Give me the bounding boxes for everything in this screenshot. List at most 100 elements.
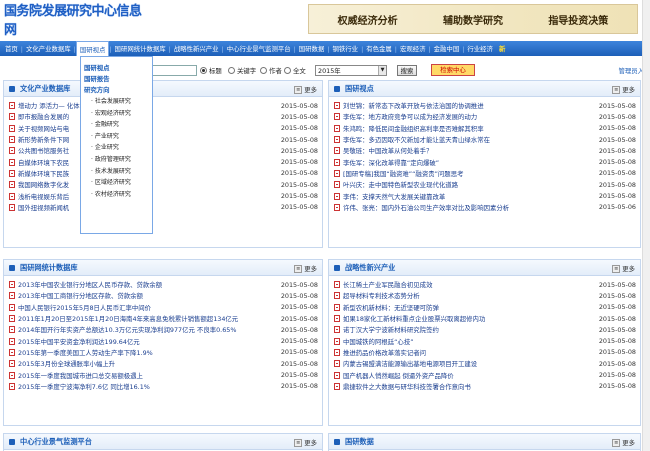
- more-link[interactable]: ≡ 更多: [294, 438, 317, 447]
- radio-fulltext[interactable]: 全文: [284, 66, 306, 75]
- list-item[interactable]: 李佐军：地方政府竞争可以成为经济发展的动力 2015-05-08: [334, 111, 636, 122]
- dropdown-item-viewpoint[interactable]: 国研视点: [84, 63, 149, 74]
- nav-home[interactable]: 首页: [2, 41, 21, 56]
- search-button[interactable]: 搜索: [397, 65, 417, 76]
- list-item-title[interactable]: 2011年1月20日至2015年1月20日海南4年来高息免税累计销售额超134亿…: [18, 314, 277, 323]
- list-item-title[interactable]: 李佐军：地方政府竞争可以成为经济发展的动力: [343, 112, 595, 121]
- nav-stat-db[interactable]: 国研网统计数据库: [112, 41, 169, 56]
- dropdown-subitem[interactable]: · 区域经济研究: [84, 177, 149, 189]
- list-item-title[interactable]: 李佐军：深化改革得靠“定向爆破”: [343, 158, 595, 167]
- more-link[interactable]: ≡ 更多: [612, 438, 635, 447]
- list-item-title[interactable]: 中国城铁的阿根廷“心技”: [343, 337, 595, 346]
- nav-industry-monitor[interactable]: 中心行业景气监测平台: [224, 41, 294, 56]
- chevron-down-icon[interactable]: ▼: [378, 66, 386, 75]
- dropdown-item-report[interactable]: 国研报告: [84, 74, 149, 85]
- list-item[interactable]: 鼎捷软件之大数据与研华科技签署合作意向书 2015-05-08: [334, 381, 636, 392]
- list-item-title[interactable]: 2013年中国工商银行分地区存款、贷款余额: [18, 291, 277, 300]
- more-link[interactable]: ≡ 更多: [294, 264, 317, 273]
- radio-author[interactable]: 作者: [260, 66, 282, 75]
- list-item-title[interactable]: 内蒙古锡盟满洁能源输出基地电源项目开工建设: [343, 359, 595, 368]
- list-item-title[interactable]: 鼎捷软件之大数据与研华科技签署合作意向书: [343, 382, 595, 391]
- list-item[interactable]: 诺丁汉大学宁波新材料研究院签约 2015-05-08: [334, 324, 636, 335]
- dropdown-subitem[interactable]: · 金融研究: [84, 119, 149, 131]
- list-item[interactable]: [国研专稿]我国“融资难”“融资贵”问题思考 2015-05-08: [334, 168, 636, 179]
- panel-title[interactable]: 中心行业景气监测平台: [20, 437, 92, 447]
- list-item[interactable]: 中国人民银行2015年5月8日人民币汇率中间价 2015-05-08: [9, 302, 318, 313]
- list-item[interactable]: 新媒体环境下民族 2015-05-08: [9, 168, 318, 179]
- list-item-title[interactable]: 超导材料专利技术态势分析: [343, 291, 595, 300]
- list-item-title[interactable]: 李佐军：多迈因取不欠新加才能让蓝天青山绿水常在: [343, 135, 595, 144]
- search-center-button[interactable]: 检索中心: [431, 64, 475, 76]
- nav-culture-db[interactable]: 文化产业数据库: [23, 41, 74, 56]
- nav-guoyan-data[interactable]: 国研数据: [296, 41, 328, 56]
- nav-new-badge[interactable]: 新: [496, 41, 508, 56]
- nav-industry-economy[interactable]: 行业经济: [464, 41, 496, 56]
- nav-guoyan-viewpoint[interactable]: 国研视点: [75, 41, 110, 56]
- dropdown-subitem[interactable]: · 政府管理研究: [84, 154, 149, 166]
- year-select[interactable]: 2015年 ▼: [315, 65, 387, 76]
- list-item[interactable]: 国产机器人悄然崛起 倒逼外资产品降价 2015-05-08: [334, 369, 636, 380]
- list-item-title[interactable]: 李伟：支撑天然气大发展关键靠改革: [343, 192, 595, 201]
- list-item[interactable]: 增动力 添活力— 化体制改革 2015-05-08: [9, 100, 318, 111]
- list-item[interactable]: 李佐军：多迈因取不欠新加才能让蓝天青山绿水常在 2015-05-08: [334, 134, 636, 145]
- panel-title[interactable]: 战略性新兴产业: [345, 263, 395, 273]
- list-item-title[interactable]: 吴敬琏：中国改革从何处着手？: [343, 146, 595, 155]
- list-item[interactable]: 即市报融合发展的 2015-05-08: [9, 111, 318, 122]
- more-link[interactable]: ≡ 更多: [612, 264, 635, 273]
- dropdown-item-research-direction[interactable]: 研究方向: [84, 85, 149, 96]
- list-item-title[interactable]: 2015年第一季度美国工人劳动生产率下降1.9%: [18, 348, 277, 357]
- list-item[interactable]: 推进药品价格改革落实记者问 2015-05-08: [334, 347, 636, 358]
- list-item[interactable]: 吴敬琏：中国改革从何处着手？ 2015-05-08: [334, 145, 636, 156]
- dropdown-subitem[interactable]: · 农村经济研究: [84, 189, 149, 201]
- list-item-title[interactable]: 2015年一季度我国城市进口总交易额极遇上: [18, 371, 277, 380]
- dropdown-subitem[interactable]: · 企业研究: [84, 142, 149, 154]
- list-item[interactable]: 新形势新条件下网 2015-05-08: [9, 134, 318, 145]
- site-logo[interactable]: 国务院发展研究中心信息网: [4, 4, 144, 38]
- list-item-title[interactable]: 推进药品价格改革落实记者问: [343, 348, 595, 357]
- list-item-title[interactable]: 2015年一季度宁波海净利7.6亿 同比增16.1%: [18, 382, 277, 391]
- nav-steel[interactable]: 钢铁行业: [330, 41, 362, 56]
- list-item[interactable]: 2015年3月份全球通胀率小幅上升 2015-05-08: [9, 358, 318, 369]
- list-item-title[interactable]: 如果18家化工新材料重点企业股票兴取离超修内功: [343, 314, 595, 323]
- list-item-title[interactable]: 中国人民银行2015年5月8日人民币汇率中间价: [18, 303, 277, 312]
- panel-title[interactable]: 文化产业数据库: [20, 84, 70, 94]
- list-item[interactable]: 刘世锦：新常态下改革开放与依法治国的协调推进 2015-05-08: [334, 100, 636, 111]
- list-item[interactable]: 许伟、张亮：国内外石油公司生产效率对比及影响因素分析 2015-05-06: [334, 202, 636, 213]
- radio-dot-checked[interactable]: [200, 67, 207, 74]
- list-item-title[interactable]: 2014年国开行年实资产总额达10.3万亿元实现净利润977亿元 不良率0.65…: [18, 325, 277, 334]
- list-item-title[interactable]: 2015年3月份全球通胀率小幅上升: [18, 359, 277, 368]
- list-item-title[interactable]: 叶兴庆：走中国特色新型农业现代化道路: [343, 180, 595, 189]
- list-item[interactable]: 关于视频网站与电 2015-05-08: [9, 123, 318, 134]
- list-item[interactable]: 2014年国开行年实资产总额达10.3万亿元实现净利润977亿元 不良率0.65…: [9, 324, 318, 335]
- list-item[interactable]: 如果18家化工新材料重点企业股票兴取离超修内功 2015-05-08: [334, 313, 636, 324]
- more-link[interactable]: ≡ 更多: [612, 85, 635, 94]
- list-item[interactable]: 李伟：支撑天然气大发展关键靠改革 2015-05-08: [334, 190, 636, 201]
- list-item[interactable]: 2015年一季度我国城市进口总交易额极遇上 2015-05-08: [9, 369, 318, 380]
- list-item-title[interactable]: 许伟、张亮：国内外石油公司生产效率对比及影响因素分析: [343, 203, 595, 212]
- list-item-title[interactable]: 新型农机新材料：无近坚硬可防弹: [343, 303, 595, 312]
- list-item-title[interactable]: 2013年中国农业银行分地区人民币存款、贷款余额: [18, 280, 277, 289]
- list-item[interactable]: 2015年第一季度美国工人劳动生产率下降1.9% 2015-05-08: [9, 347, 318, 358]
- page-scrollbar[interactable]: [642, 0, 650, 451]
- list-item[interactable]: 2013年中国农业银行分地区人民币存款、贷款余额 2015-05-08: [9, 279, 318, 290]
- list-item-title[interactable]: 2015年中国平安资金净利润达199.64亿元: [18, 337, 277, 346]
- admin-login-link[interactable]: 管理员入: [618, 66, 644, 75]
- list-item-title[interactable]: 刘世锦：新常态下改革开放与依法治国的协调推进: [343, 101, 595, 110]
- search-input[interactable]: [152, 65, 197, 76]
- list-item-title[interactable]: 长江稀土产业军民融合初见成效: [343, 280, 595, 289]
- list-item[interactable]: 我国网络数字化发 2015-05-08: [9, 179, 318, 190]
- radio-title[interactable]: 标题: [200, 66, 222, 75]
- radio-dot[interactable]: [260, 67, 267, 74]
- panel-title[interactable]: 国研视点: [345, 84, 374, 94]
- list-item[interactable]: 李佐军：深化改革得靠“定向爆破” 2015-05-08: [334, 156, 636, 167]
- nav-nonferrous[interactable]: 有色金属: [363, 41, 395, 56]
- dropdown-subitem[interactable]: · 宏观经济研究: [84, 108, 149, 120]
- nav-finance-china[interactable]: 金融中国: [431, 41, 463, 56]
- nav-strategic-industry[interactable]: 战略性新兴产业: [171, 41, 222, 56]
- list-item[interactable]: 2015年一季度宁波海净利7.6亿 同比增16.1% 2015-05-08: [9, 381, 318, 392]
- list-item[interactable]: 中国城铁的阿根廷“心技” 2015-05-08: [334, 335, 636, 346]
- list-item[interactable]: 叶兴庆：走中国特色新型农业现代化道路 2015-05-08: [334, 179, 636, 190]
- radio-dot[interactable]: [228, 67, 235, 74]
- list-item[interactable]: 2011年1月20日至2015年1月20日海南4年来高息免税累计销售额超134亿…: [9, 313, 318, 324]
- list-item[interactable]: 新型农机新材料：无近坚硬可防弹 2015-05-08: [334, 302, 636, 313]
